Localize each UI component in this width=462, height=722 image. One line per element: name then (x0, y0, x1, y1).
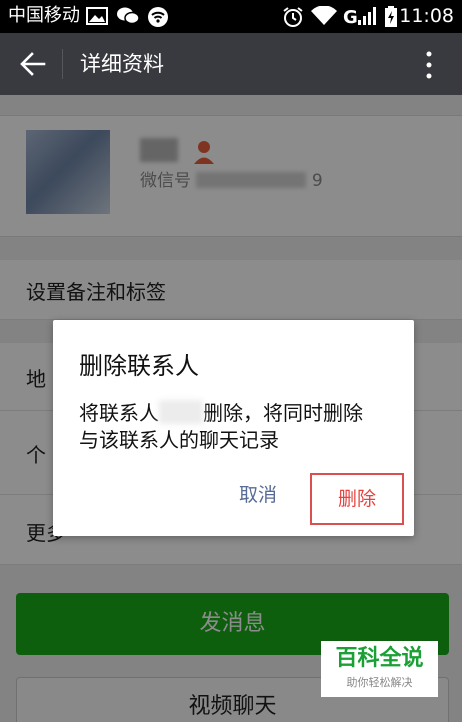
contact-name-redacted (159, 400, 203, 424)
back-arrow-icon[interactable] (18, 50, 48, 78)
svg-text:G: G (343, 7, 358, 26)
dialog-message: 将联系人 删除，将同时删除 与该联系人的聊天记录 (79, 400, 397, 454)
dialog-message-line1: 将联系人 删除，将同时删除 (79, 400, 397, 427)
dialog-message-prefix: 将联系人 (79, 401, 159, 425)
status-bar: 中国移动 G 11:08 (0, 0, 462, 33)
delete-button[interactable]: 删除 (310, 473, 404, 525)
dialog-message-suffix: 删除，将同时删除 (203, 401, 363, 425)
dialog-message-line2: 与该联系人的聊天记录 (79, 428, 279, 452)
battery-charging-icon (385, 6, 397, 27)
watermark-logo: 百科全说 助你轻松解决 (321, 641, 438, 697)
divider (62, 49, 63, 79)
wifi-icon (311, 6, 337, 25)
watermark-subtitle: 助你轻松解决 (346, 676, 413, 689)
dialog-title: 删除联系人 (79, 352, 199, 380)
more-options-icon[interactable] (420, 49, 438, 81)
clock: 11:08 (399, 5, 454, 27)
signal-icon: G (343, 7, 376, 26)
cancel-button[interactable]: 取消 (239, 482, 277, 508)
alarm-icon (283, 7, 303, 27)
carrier-name: 中国移动 (8, 5, 80, 26)
page-title: 详细资料 (80, 52, 164, 76)
app-bar: 详细资料 (0, 33, 462, 95)
delete-contact-dialog: 删除联系人 将联系人 删除，将同时删除 与该联系人的聊天记录 取消 删除 (53, 320, 414, 536)
watermark-title: 百科全说 (335, 646, 424, 671)
image-icon (86, 7, 108, 25)
wechat-icon (117, 7, 140, 25)
wifi-icon (148, 7, 168, 27)
